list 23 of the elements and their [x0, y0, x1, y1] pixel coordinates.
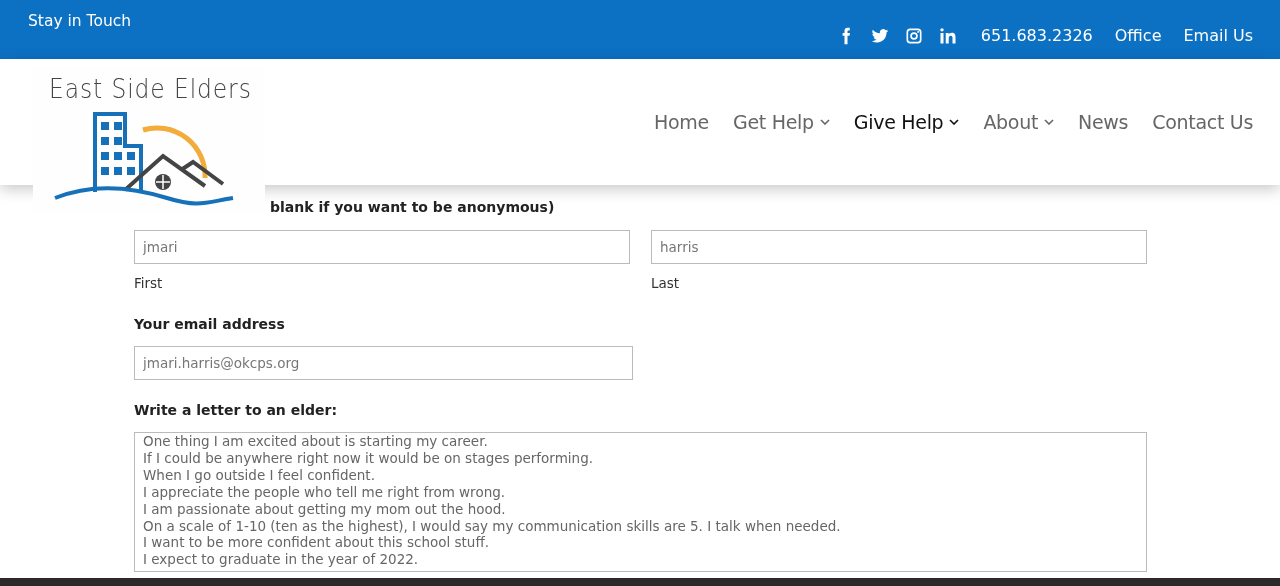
top-bar-link[interactable]: Email Us [1183, 26, 1253, 45]
top-bar-link[interactable]: 651.683.2326 [980, 26, 1093, 45]
email-field-label: Your email address [134, 316, 286, 332]
nav-link[interactable]: Contact Us [1152, 111, 1253, 133]
first-name-caption: First [134, 275, 164, 291]
top-bar-link[interactable]: Office [1114, 26, 1162, 45]
letter-field[interactable]: One thing I am excited about is starting my career. If I could be anywhere right now it would be on stages performing. When I go outside I feel confident. I appreciate the people who tell me right from wrong. I am passionate about getting my mom out the hood. On a scale of 1-10 (ten as the highest), I would say my communication skills are 5. I talk when needed. I want to be more confident about this school stuff. I expect to graduate in the year of 2022. [134, 432, 1147, 572]
nav-link[interactable]: Home [654, 111, 709, 133]
nav-link[interactable]: About [983, 111, 1055, 133]
nav-link[interactable]: Get Help [732, 111, 830, 133]
last-name-caption: Last [651, 275, 681, 291]
first-name-field[interactable]: jmari [134, 230, 630, 264]
instagram-icon[interactable] [904, 26, 923, 45]
name-field-label: blank if you want to be anonymous) [270, 199, 556, 215]
email-field[interactable]: jmari.harris@okcps.org [134, 346, 633, 380]
top-bar-title: Stay in Touch [28, 12, 132, 32]
nav-link[interactable]: News [1078, 111, 1129, 133]
twitter-bird-icon[interactable] [870, 26, 889, 45]
nav-link[interactable]: Give Help [853, 111, 960, 133]
linkedin-icon[interactable] [938, 26, 957, 45]
letter-field-label: Write a letter to an elder: [134, 402, 339, 418]
logo-text: East Side Elders [49, 74, 252, 104]
last-name-field[interactable]: harris [651, 230, 1147, 264]
